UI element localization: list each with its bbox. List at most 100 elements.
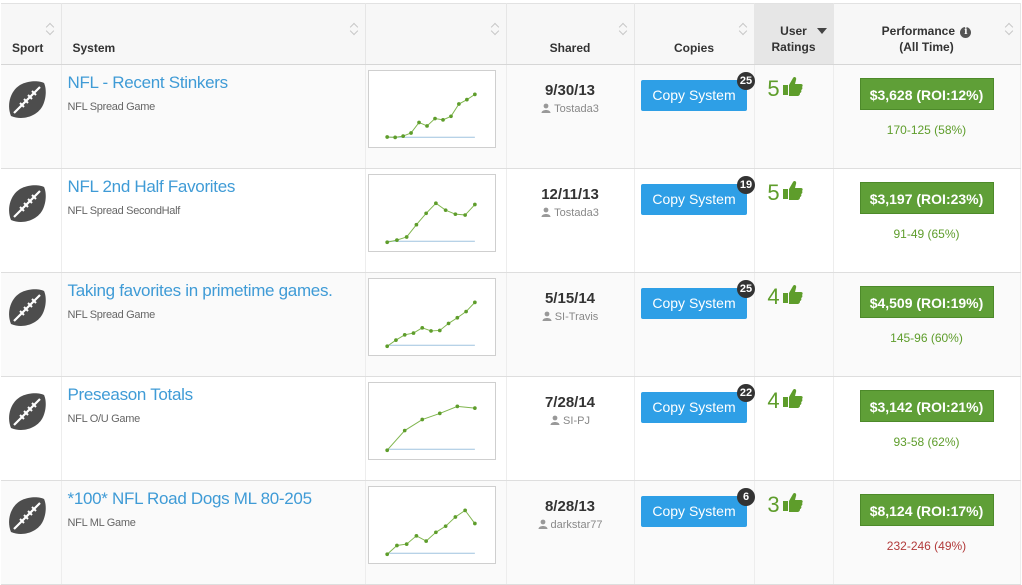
user-rating[interactable]: 4 bbox=[767, 387, 803, 414]
system-name-link[interactable]: Taking favorites in primetime games. bbox=[68, 280, 365, 302]
copies-cell: Copy System 22 bbox=[634, 376, 755, 481]
performance-button[interactable]: $3,628 (ROI:12%) bbox=[859, 78, 994, 110]
performance-sparkline[interactable] bbox=[367, 278, 496, 356]
user-rating[interactable]: 3 bbox=[767, 491, 803, 518]
col-header-copies[interactable]: Copies bbox=[634, 3, 755, 65]
sparkline-point bbox=[464, 97, 469, 102]
sparkline-point bbox=[416, 120, 421, 125]
sparkline-cell bbox=[365, 168, 507, 273]
shared-date: 9/30/13 bbox=[544, 82, 596, 99]
sparkline-point bbox=[400, 134, 405, 138]
sparkline-line bbox=[386, 93, 475, 138]
sparkline-point bbox=[448, 114, 453, 119]
rating-cell: 3 bbox=[754, 480, 834, 585]
user-rating[interactable]: 5 bbox=[767, 179, 803, 206]
col-header-performance[interactable]: Performance i (All Time) bbox=[833, 3, 1021, 65]
system-cell: Taking favorites in primetime games. NFL… bbox=[61, 272, 366, 377]
table-body: NFL - Recent Stinkers NFL Spread Game 9/… bbox=[1, 64, 1021, 585]
sparkline-point bbox=[404, 542, 409, 546]
table-row[interactable]: *100* NFL Road Dogs ML 80-205 NFL ML Gam… bbox=[1, 480, 1021, 585]
performance-sparkline[interactable] bbox=[367, 486, 496, 564]
copy-system-button[interactable]: Copy System bbox=[641, 392, 747, 423]
shared-cell: 7/28/14 SI-PJ bbox=[506, 376, 635, 481]
sparkline-point bbox=[404, 235, 409, 239]
col-header-shared[interactable]: Shared bbox=[506, 3, 635, 65]
shared-user[interactable]: Tostada3 bbox=[507, 207, 634, 219]
performance-sparkline[interactable] bbox=[367, 174, 496, 252]
table-row[interactable]: Preseason Totals NFL O/U Game 7/28/14 SI… bbox=[1, 376, 1021, 481]
performance-sparkline[interactable] bbox=[367, 70, 496, 148]
performance-button[interactable]: $4,509 (ROI:19%) bbox=[859, 286, 994, 318]
copies-cell: Copy System 19 bbox=[634, 168, 755, 273]
col-header-sport[interactable]: Sport bbox=[1, 3, 62, 65]
rating-value: 4 bbox=[767, 284, 780, 309]
sport-cell bbox=[1, 480, 62, 585]
shared-date: 5/15/14 bbox=[544, 290, 596, 307]
sparkline-point bbox=[414, 533, 418, 538]
system-name-link[interactable]: *100* NFL Road Dogs ML 80-205 bbox=[68, 488, 365, 510]
performance-button[interactable]: $3,197 (ROI:23%) bbox=[859, 182, 994, 214]
rating-value: 5 bbox=[767, 180, 780, 205]
sort-icon bbox=[349, 22, 359, 36]
copy-system-button[interactable]: Copy System bbox=[641, 496, 747, 527]
col-header-chart[interactable] bbox=[365, 3, 507, 65]
shared-cell: 8/28/13 darkstar77 bbox=[506, 480, 635, 585]
shared-username: darkstar77 bbox=[550, 519, 603, 531]
sparkline-point bbox=[393, 338, 398, 342]
performance-sparkline[interactable] bbox=[367, 382, 496, 460]
sparkline-point bbox=[453, 212, 457, 217]
football-icon bbox=[9, 185, 46, 222]
table-row[interactable]: NFL - Recent Stinkers NFL Spread Game 9/… bbox=[1, 64, 1021, 169]
user-icon bbox=[541, 207, 551, 217]
shared-user[interactable]: SI-Travis bbox=[507, 311, 634, 323]
sparkline-point bbox=[432, 116, 437, 121]
sort-icon bbox=[490, 22, 500, 36]
sport-cell bbox=[1, 64, 62, 169]
rating-cell: 4 bbox=[754, 376, 834, 481]
table-row[interactable]: Taking favorites in primetime games. NFL… bbox=[1, 272, 1021, 377]
system-cell: NFL 2nd Half Favorites NFL Spread Second… bbox=[61, 168, 366, 273]
copy-system-button[interactable]: Copy System bbox=[641, 80, 747, 111]
sparkline-point bbox=[433, 201, 438, 206]
system-name-link[interactable]: Preseason Totals bbox=[68, 384, 365, 406]
sparkline-point bbox=[462, 508, 467, 513]
sparkline-point bbox=[428, 329, 433, 333]
info-icon[interactable]: i bbox=[960, 27, 972, 38]
sparkline-point bbox=[384, 552, 389, 557]
sparkline-point bbox=[394, 238, 399, 242]
performance-cell: $3,197 (ROI:23%) 91-49 (65%) bbox=[833, 168, 1021, 273]
shared-cell: 12/11/13 Tostada3 bbox=[506, 168, 635, 273]
col-header-system-label: System bbox=[72, 41, 116, 55]
performance-button[interactable]: $8,124 (ROI:17%) bbox=[859, 494, 994, 526]
shared-user[interactable]: SI-PJ bbox=[507, 415, 634, 427]
sparkline-cell bbox=[365, 64, 507, 169]
shared-user[interactable]: Tostada3 bbox=[507, 103, 634, 115]
col-header-system[interactable]: System bbox=[61, 3, 366, 65]
col-header-user-ratings[interactable]: User Ratings bbox=[754, 3, 834, 65]
sparkline-point bbox=[423, 211, 428, 216]
sparkline-point bbox=[462, 213, 467, 217]
thumbs-up-icon bbox=[782, 388, 803, 408]
sparkline-point bbox=[423, 539, 428, 543]
performance-button[interactable]: $3,142 (ROI:21%) bbox=[859, 390, 994, 422]
win-loss-record: 91-49 (65%) bbox=[893, 227, 960, 241]
user-rating[interactable]: 5 bbox=[767, 75, 803, 102]
sparkline-cell bbox=[365, 376, 507, 481]
sparkline-cell bbox=[365, 480, 507, 585]
system-cell: NFL - Recent Stinkers NFL Spread Game bbox=[61, 64, 366, 169]
system-name-link[interactable]: NFL 2nd Half Favorites bbox=[68, 176, 365, 198]
thumbs-up-icon bbox=[782, 284, 803, 304]
system-name-link[interactable]: NFL - Recent Stinkers bbox=[68, 72, 365, 94]
table-row[interactable]: NFL 2nd Half Favorites NFL Spread Second… bbox=[1, 168, 1021, 273]
sparkline-point bbox=[411, 331, 415, 335]
copy-system-button[interactable]: Copy System bbox=[641, 288, 747, 319]
shared-user[interactable]: darkstar77 bbox=[507, 519, 634, 531]
user-rating[interactable]: 4 bbox=[767, 283, 803, 310]
system-type: NFL Spread Game bbox=[67, 309, 156, 321]
systems-table: Sport System Shared Copies User Ratings bbox=[1, 3, 1021, 585]
sparkline-point bbox=[454, 404, 459, 409]
performance-cell: $3,142 (ROI:21%) 93-58 (62%) bbox=[833, 376, 1021, 481]
sparkline-line bbox=[386, 405, 475, 451]
copy-system-button[interactable]: Copy System bbox=[641, 184, 747, 215]
thumbs-up-icon bbox=[782, 492, 803, 512]
